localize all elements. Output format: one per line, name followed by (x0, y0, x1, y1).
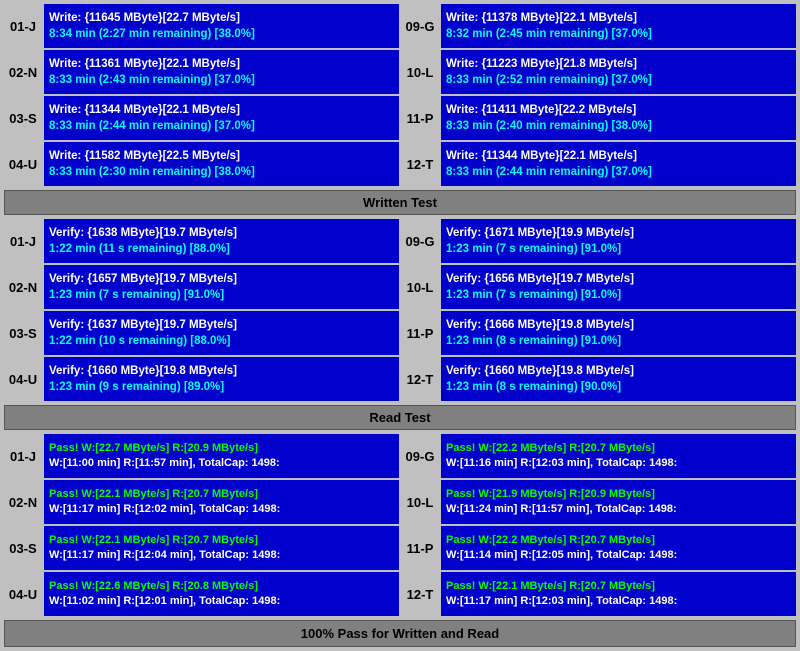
main-container: 01-J Write: {11645 MByte}[22.7 MByte/s] … (0, 0, 800, 651)
row-id-left: 01-J (4, 434, 42, 478)
table-row: 04-U Verify: {1660 MByte}[19.8 MByte/s] … (4, 357, 796, 401)
row-id-right: 10-L (401, 480, 439, 524)
row-id-left: 02-N (4, 50, 42, 94)
table-row: 03-S Write: {11344 MByte}[22.1 MByte/s] … (4, 96, 796, 140)
row-id-left: 04-U (4, 572, 42, 616)
table-row: 02-N Pass! W:[22.1 MByte/s] R:[20.7 MByt… (4, 480, 796, 524)
cell-left: Pass! W:[22.7 MByte/s] R:[20.9 MByte/s] … (44, 434, 399, 478)
cell-left: Verify: {1638 MByte}[19.7 MByte/s] 1:22 … (44, 219, 399, 263)
row-id-right: 09-G (401, 4, 439, 48)
row-id-left: 03-S (4, 526, 42, 570)
cell-left: Write: {11582 MByte}[22.5 MByte/s] 8:33 … (44, 142, 399, 186)
row-id-left: 02-N (4, 265, 42, 309)
footer-bar: 100% Pass for Written and Read (4, 620, 796, 647)
table-row: 03-S Verify: {1637 MByte}[19.7 MByte/s] … (4, 311, 796, 355)
verify-section: 01-J Verify: {1638 MByte}[19.7 MByte/s] … (4, 219, 796, 401)
read-section: 01-J Pass! W:[22.7 MByte/s] R:[20.9 MByt… (4, 434, 796, 616)
cell-left: Verify: {1660 MByte}[19.8 MByte/s] 1:23 … (44, 357, 399, 401)
table-row: 04-U Pass! W:[22.6 MByte/s] R:[20.8 MByt… (4, 572, 796, 616)
row-id-left: 01-J (4, 219, 42, 263)
table-row: 02-N Write: {11361 MByte}[22.1 MByte/s] … (4, 50, 796, 94)
cell-left: Pass! W:[22.1 MByte/s] R:[20.7 MByte/s] … (44, 526, 399, 570)
cell-right: Verify: {1671 MByte}[19.9 MByte/s] 1:23 … (441, 219, 796, 263)
cell-left: Pass! W:[22.1 MByte/s] R:[20.7 MByte/s] … (44, 480, 399, 524)
cell-right: Verify: {1656 MByte}[19.7 MByte/s] 1:23 … (441, 265, 796, 309)
write-section: 01-J Write: {11645 MByte}[22.7 MByte/s] … (4, 4, 796, 186)
table-row: 01-J Write: {11645 MByte}[22.7 MByte/s] … (4, 4, 796, 48)
row-id-right: 12-T (401, 357, 439, 401)
table-row: 04-U Write: {11582 MByte}[22.5 MByte/s] … (4, 142, 796, 186)
row-id-left: 02-N (4, 480, 42, 524)
row-id-right: 09-G (401, 434, 439, 478)
cell-left: Write: {11645 MByte}[22.7 MByte/s] 8:34 … (44, 4, 399, 48)
cell-right: Pass! W:[22.2 MByte/s] R:[20.7 MByte/s] … (441, 526, 796, 570)
cell-left: Verify: {1657 MByte}[19.7 MByte/s] 1:23 … (44, 265, 399, 309)
row-id-right: 12-T (401, 142, 439, 186)
cell-right: Write: {11344 MByte}[22.1 MByte/s] 8:33 … (441, 142, 796, 186)
read-test-header: Read Test (4, 405, 796, 430)
table-row: 03-S Pass! W:[22.1 MByte/s] R:[20.7 MByt… (4, 526, 796, 570)
cell-right: Pass! W:[22.1 MByte/s] R:[20.7 MByte/s] … (441, 572, 796, 616)
cell-right: Verify: {1660 MByte}[19.8 MByte/s] 1:23 … (441, 357, 796, 401)
cell-right: Write: {11411 MByte}[22.2 MByte/s] 8:33 … (441, 96, 796, 140)
row-id-left: 03-S (4, 96, 42, 140)
row-id-right: 09-G (401, 219, 439, 263)
row-id-left: 03-S (4, 311, 42, 355)
row-id-left: 04-U (4, 142, 42, 186)
cell-left: Write: {11361 MByte}[22.1 MByte/s] 8:33 … (44, 50, 399, 94)
cell-right: Pass! W:[22.2 MByte/s] R:[20.7 MByte/s] … (441, 434, 796, 478)
table-row: 02-N Verify: {1657 MByte}[19.7 MByte/s] … (4, 265, 796, 309)
row-id-right: 11-P (401, 526, 439, 570)
row-id-left: 04-U (4, 357, 42, 401)
cell-right: Write: {11223 MByte}[21.8 MByte/s] 8:33 … (441, 50, 796, 94)
cell-right: Write: {11378 MByte}[22.1 MByte/s] 8:32 … (441, 4, 796, 48)
row-id-right: 11-P (401, 311, 439, 355)
cell-left: Verify: {1637 MByte}[19.7 MByte/s] 1:22 … (44, 311, 399, 355)
table-row: 01-J Pass! W:[22.7 MByte/s] R:[20.9 MByt… (4, 434, 796, 478)
cell-right: Pass! W:[21.9 MByte/s] R:[20.9 MByte/s] … (441, 480, 796, 524)
row-id-right: 10-L (401, 265, 439, 309)
cell-right: Verify: {1666 MByte}[19.8 MByte/s] 1:23 … (441, 311, 796, 355)
table-row: 01-J Verify: {1638 MByte}[19.7 MByte/s] … (4, 219, 796, 263)
row-id-left: 01-J (4, 4, 42, 48)
cell-left: Write: {11344 MByte}[22.1 MByte/s] 8:33 … (44, 96, 399, 140)
row-id-right: 10-L (401, 50, 439, 94)
written-test-header: Written Test (4, 190, 796, 215)
row-id-right: 12-T (401, 572, 439, 616)
cell-left: Pass! W:[22.6 MByte/s] R:[20.8 MByte/s] … (44, 572, 399, 616)
row-id-right: 11-P (401, 96, 439, 140)
